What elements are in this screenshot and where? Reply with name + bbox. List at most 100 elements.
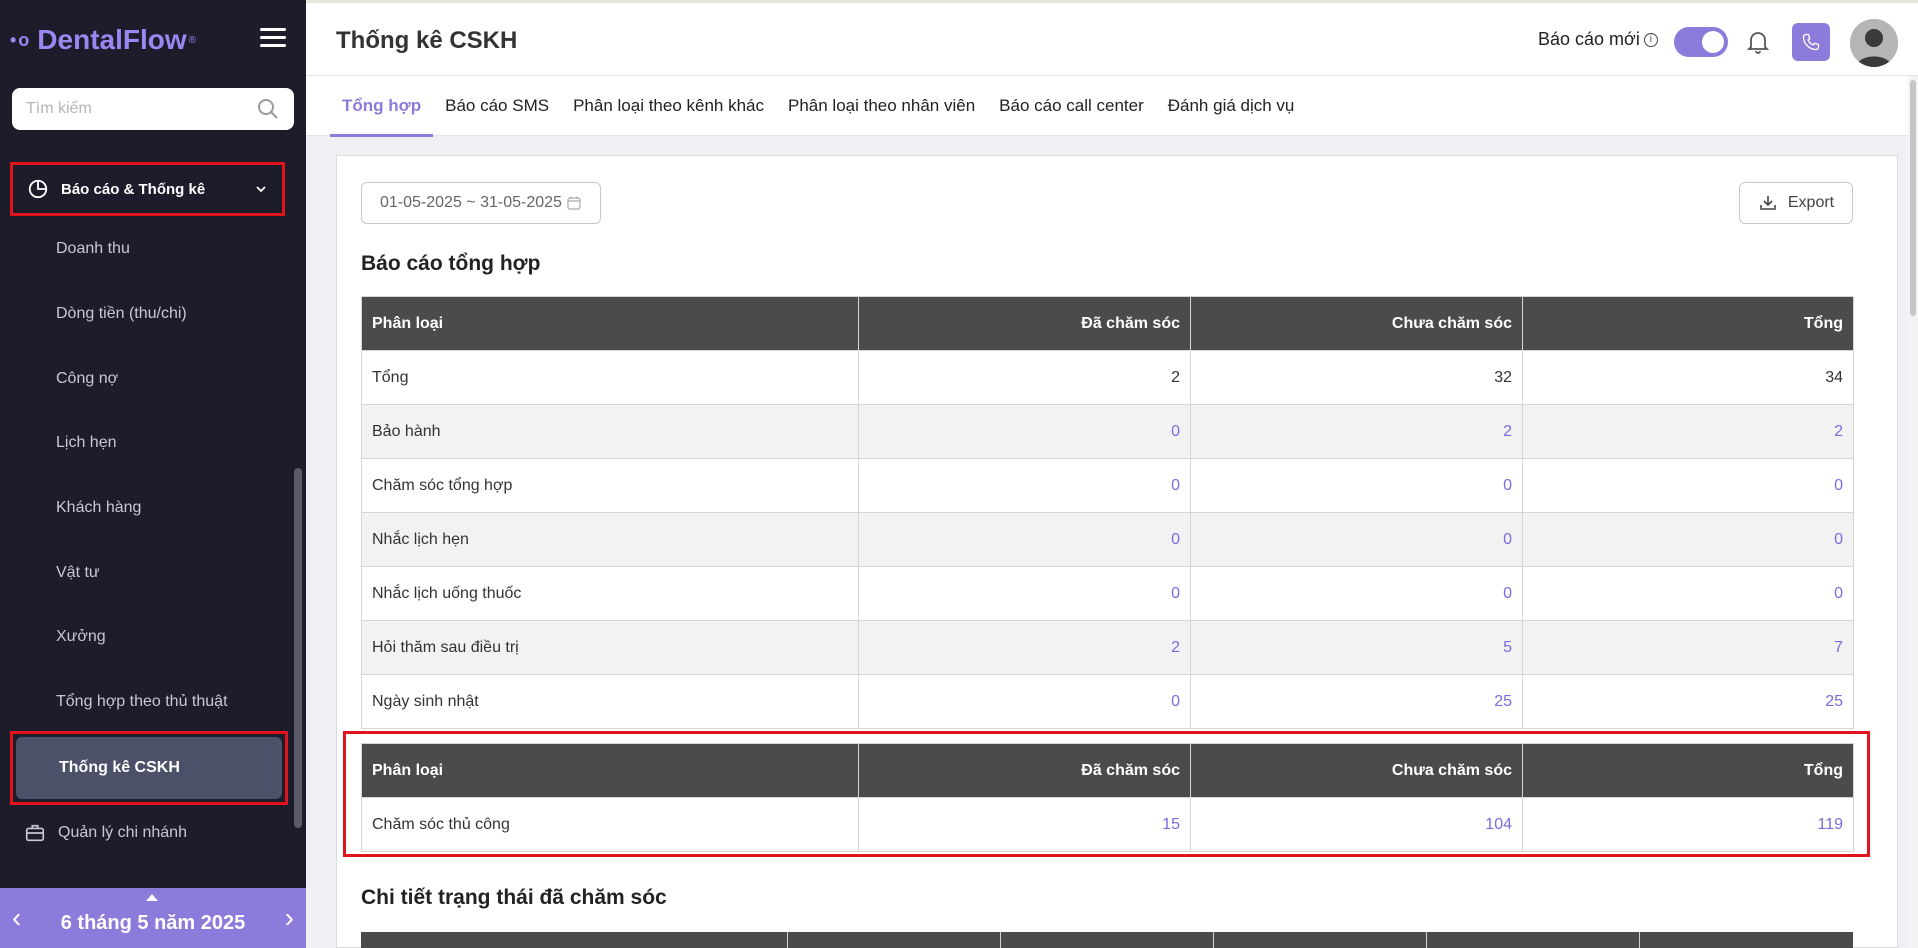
summary-title: Báo cáo tổng hợp [361, 252, 541, 275]
sidebar-item-customers[interactable]: Khách hàng [0, 476, 300, 541]
table-row: Chăm sóc tổng hợp 0 0 0 [361, 458, 1854, 513]
column-header-category[interactable]: Phân loại [361, 296, 859, 351]
date-navigator: ‹ 6 tháng 5 năm 2025 › [0, 888, 306, 948]
logo-mark: •o [10, 29, 32, 50]
summary-table: Phân loại Đã chăm sóc Chưa chăm sóc Tổng… [361, 296, 1854, 729]
cell-total-link[interactable]: 2 [1522, 404, 1854, 459]
column-header-total[interactable]: Tổng [1522, 743, 1854, 798]
sidebar-item-debt[interactable]: Công nợ [0, 346, 300, 411]
menu-section-label: Báo cáo & Thống kê [61, 180, 206, 198]
table-row: Ngày sinh nhật 0 25 25 [361, 674, 1854, 729]
logo-registered: ® [188, 34, 197, 46]
cell-pending-link[interactable]: 104 [1190, 797, 1523, 852]
avatar[interactable] [1850, 19, 1898, 67]
menu-toggle-icon[interactable] [260, 28, 286, 48]
cell-done-link[interactable]: 2 [858, 620, 1191, 675]
table-row: Nhắc lịch hẹn 0 0 0 [361, 512, 1854, 567]
submenu-reports: Doanh thu Dòng tiền (thu/chi) Công nợ Lị… [0, 217, 300, 735]
bell-icon[interactable] [1746, 29, 1770, 55]
row-label: Chăm sóc tổng hợp [361, 458, 859, 513]
sidebar-search [12, 88, 294, 130]
cell-pending-link[interactable]: 25 [1190, 674, 1523, 729]
row-label: Nhắc lịch uống thuốc [361, 566, 859, 621]
sidebar-item-branch-management[interactable]: Quản lý chi nhánh [24, 818, 187, 848]
cell-pending-link[interactable]: 0 [1190, 458, 1523, 513]
cell-total-link[interactable]: 0 [1522, 566, 1854, 621]
date-range-picker[interactable]: 01-05-2025 ~ 31-05-2025 [361, 182, 601, 224]
tab-summary[interactable]: Tổng hợp [330, 76, 434, 137]
cell-pending-link[interactable]: 0 [1190, 566, 1523, 621]
sidebar-item-revenue[interactable]: Doanh thu [0, 217, 300, 282]
cell-total-link[interactable]: 119 [1522, 797, 1854, 852]
info-icon[interactable]: i [1643, 32, 1658, 47]
tab-bar: Tổng hợp Báo cáo SMS Phân loại theo kênh… [306, 76, 1910, 137]
cell-done: 2 [858, 350, 1191, 405]
cell-total-link[interactable]: 0 [1522, 512, 1854, 567]
cell-done-link[interactable]: 0 [858, 458, 1191, 513]
column-header-pending[interactable]: Chưa chăm sóc [1190, 743, 1523, 798]
column-header-done[interactable]: Đã chăm sóc [858, 296, 1191, 351]
report-new-label: Báo cáo mới [1538, 29, 1640, 49]
table-header-row: Phân loại Đã chăm sóc Chưa chăm sóc Tổng [361, 743, 1854, 798]
cell-pending-link[interactable]: 0 [1190, 512, 1523, 567]
table-row: Chăm sóc thủ công 15 104 119 [361, 797, 1854, 852]
tab-sms-report[interactable]: Báo cáo SMS [433, 76, 561, 136]
sidebar-item-lab[interactable]: Xưởng [0, 605, 300, 670]
column-header-total[interactable]: Tổng [1522, 296, 1854, 351]
detail-title: Chi tiết trạng thái đã chăm sóc [361, 886, 667, 909]
cell-pending-link[interactable]: 5 [1190, 620, 1523, 675]
search-input[interactable] [26, 100, 256, 118]
export-button[interactable]: Export [1739, 182, 1853, 224]
caret-up-icon[interactable] [146, 894, 158, 901]
cell-done-link[interactable]: 0 [858, 512, 1191, 567]
row-label: Nhắc lịch hẹn [361, 512, 859, 567]
cell-done-link[interactable]: 0 [858, 404, 1191, 459]
sidebar-item-procedures[interactable]: Tổng hợp theo thủ thuật [0, 670, 300, 735]
logo[interactable]: •o DentalFlow ® [10, 22, 196, 58]
cell-total: 34 [1522, 350, 1854, 405]
briefcase-icon [25, 824, 45, 842]
sidebar-item-cashflow[interactable]: Dòng tiền (thu/chi) [0, 282, 300, 347]
sidebar-item-customer-care-stats[interactable]: Thống kê CSKH [16, 737, 282, 799]
row-label: Hỏi thăm sau điều trị [361, 620, 859, 675]
current-date: 6 tháng 5 năm 2025 [60, 911, 246, 934]
cell-total-link[interactable]: 25 [1522, 674, 1854, 729]
cell-pending-link[interactable]: 2 [1190, 404, 1523, 459]
tab-call-center[interactable]: Báo cáo call center [987, 76, 1156, 136]
table-row: Tổng 2 32 34 [361, 350, 1854, 405]
cell-total-link[interactable]: 0 [1522, 458, 1854, 513]
tab-by-staff[interactable]: Phân loại theo nhân viên [776, 76, 987, 136]
cell-done-link[interactable]: 0 [858, 566, 1191, 621]
chevron-down-icon [256, 186, 266, 193]
table-header-row: Phân loại Đã chăm sóc Chưa chăm sóc Tổng [361, 296, 1854, 351]
report-panel: 01-05-2025 ~ 31-05-2025 Export Báo cáo t… [336, 155, 1898, 948]
sidebar-item-appointments[interactable]: Lịch hẹn [0, 411, 300, 476]
sidebar-item-supplies[interactable]: Vật tư [0, 540, 300, 605]
page-scrollbar-thumb[interactable] [1910, 80, 1916, 316]
row-label: Chăm sóc thủ công [361, 797, 859, 852]
menu-section-reports[interactable]: Báo cáo & Thống kê [10, 162, 285, 216]
report-new-toggle[interactable] [1674, 27, 1728, 57]
tab-other-channels[interactable]: Phân loại theo kênh khác [561, 76, 776, 136]
cell-done-link[interactable]: 15 [858, 797, 1191, 852]
user-avatar-icon [1850, 19, 1898, 67]
prev-date-button[interactable]: ‹ [12, 904, 21, 932]
cell-done-link[interactable]: 0 [858, 674, 1191, 729]
row-label: Bảo hành [361, 404, 859, 459]
row-label: Ngày sinh nhật [361, 674, 859, 729]
sidebar: •o DentalFlow ® Báo cáo & Thống kê Doanh… [0, 0, 306, 948]
column-header-pending[interactable]: Chưa chăm sóc [1190, 296, 1523, 351]
export-label: Export [1787, 194, 1835, 211]
cell-total-link[interactable]: 7 [1522, 620, 1854, 675]
column-header-done[interactable]: Đã chăm sóc [858, 743, 1191, 798]
phone-icon [1802, 33, 1820, 51]
table-row: Nhắc lịch uống thuốc 0 0 0 [361, 566, 1854, 621]
tab-service-rating[interactable]: Đánh giá dịch vụ [1156, 76, 1307, 136]
call-button[interactable] [1792, 23, 1830, 61]
column-header-category[interactable]: Phân loại [361, 743, 859, 798]
calendar-icon [567, 196, 581, 210]
sidebar-scrollbar[interactable] [294, 468, 302, 828]
highlight-box-active-item: Thống kê CSKH [10, 731, 288, 805]
search-icon[interactable] [256, 97, 280, 121]
next-date-button[interactable]: › [285, 904, 294, 932]
